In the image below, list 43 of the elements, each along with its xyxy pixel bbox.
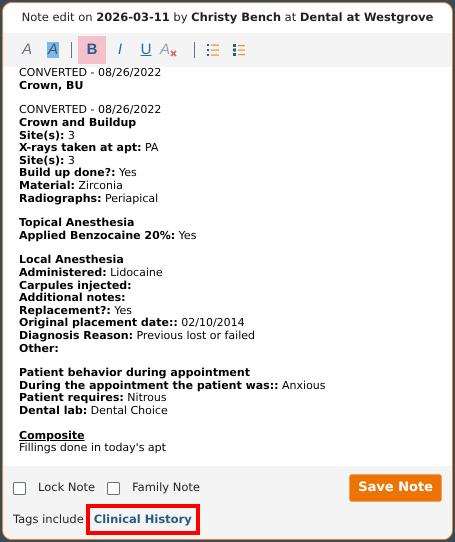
note-line: CONVERTED - 08/26/2022 <box>19 67 162 80</box>
tags-label: Tags include <box>13 510 84 528</box>
dialog-title: Note edit on 2026-03-11 by Christy Bench at Dental at Westgrove <box>20 9 434 26</box>
checkbox[interactable] <box>13 482 26 494</box>
note-line: Site(s): 3 <box>19 130 75 142</box>
checkbox-label: Lock Note <box>38 479 96 496</box>
note-line: Site(s): 3 <box>19 154 75 168</box>
note-heading: Crown, BU <box>19 80 84 92</box>
checkbox[interactable] <box>107 482 120 494</box>
font-color-button[interactable]: A <box>15 38 39 62</box>
note-line: CONVERTED - 08/26/2022 <box>19 104 162 118</box>
checkbox-label: Family Note <box>132 479 200 496</box>
note-heading: Patient behavior during appointment <box>19 367 250 380</box>
note-line: Replacement?: Yes <box>19 304 132 318</box>
underline-button[interactable]: U <box>134 38 158 62</box>
highlight-button[interactable]: A <box>41 38 65 62</box>
note-heading: Topical Anesthesia <box>19 217 134 230</box>
save-note-button[interactable]: Save Note <box>349 474 442 502</box>
clear-format-button[interactable]: A <box>160 38 188 62</box>
note-line: Radiographs: Periapical <box>19 192 158 206</box>
note-line: Diagnosis Reason: Previous lost or failed <box>19 330 256 343</box>
note-line: Applied Benzocaine 20%: Yes <box>19 230 196 242</box>
note-line: Original placement date:: 02/10/2014 <box>19 317 245 330</box>
note-heading: Composite <box>19 430 85 442</box>
note-line: Patient requires: Nitrous <box>19 392 167 405</box>
note-heading: Local Anesthesia <box>19 254 124 267</box>
note-line: Dental lab: Dental Choice <box>19 404 168 418</box>
bold-button[interactable]: B <box>78 36 106 64</box>
note-line: Administered: Lidocaine <box>19 266 163 280</box>
bullet-list-icon <box>232 43 246 58</box>
note-line: Build up done?: Yes <box>19 167 137 180</box>
tag-link[interactable]: Clinical History <box>86 504 200 535</box>
note-heading: Additional notes: <box>19 292 126 305</box>
italic-button[interactable]: I <box>108 38 132 62</box>
note-heading: Other: <box>19 342 59 356</box>
note-line: Fillings done in today's apt <box>19 442 166 455</box>
note-heading: Carpules injected: <box>19 280 132 292</box>
cross-icon <box>170 50 178 57</box>
note-line: During the appointment the patient was:: Anxious <box>19 380 326 392</box>
note-line: Material: Zirconia <box>19 180 123 193</box>
note-line: X-rays taken at apt: PA <box>19 142 158 155</box>
numbered-list-icon <box>206 43 220 58</box>
note-heading: Crown and Buildup <box>19 117 136 130</box>
